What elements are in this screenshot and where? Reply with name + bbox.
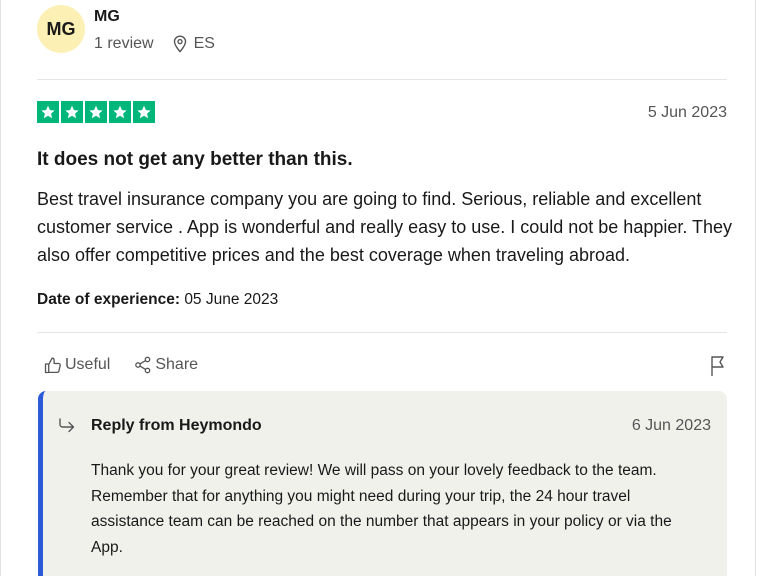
star-icon xyxy=(85,101,107,123)
avatar-initials: MG xyxy=(46,18,76,39)
reply-arrow-icon xyxy=(59,418,75,433)
divider xyxy=(37,79,727,80)
review-body: Best travel insurance company you are go… xyxy=(37,189,733,265)
divider xyxy=(37,332,727,333)
share-button[interactable]: Share xyxy=(134,356,198,374)
useful-button[interactable]: Useful xyxy=(44,356,110,374)
experience-label: Date of experience: xyxy=(37,291,180,308)
review-date: 5 Jun 2023 xyxy=(647,104,727,121)
star-icon xyxy=(61,101,83,123)
review-title: It does not get any better than this. xyxy=(37,149,353,170)
review-count: 1 review xyxy=(94,35,154,52)
review-actions: Useful Share xyxy=(44,356,222,374)
reply-from: Reply from Heymondo xyxy=(91,417,262,434)
location-pin-icon xyxy=(173,35,186,53)
review-page: MG MG 1 review ES 5 Jun 2023 It does not… xyxy=(0,0,768,576)
share-label: Share xyxy=(155,356,199,373)
reviewer-meta: 1 review ES xyxy=(94,35,215,53)
reply-date: 6 Jun 2023 xyxy=(631,417,711,434)
company-reply: Reply from Heymondo 6 Jun 2023 Thank you… xyxy=(38,391,727,576)
experience-date: 05 June 2023 xyxy=(184,291,279,308)
reviewer-name[interactable]: MG xyxy=(94,8,120,26)
star-icon xyxy=(109,101,131,123)
avatar[interactable]: MG xyxy=(37,5,85,53)
flag-icon[interactable] xyxy=(710,355,726,377)
star-rating xyxy=(37,101,155,123)
star-icon xyxy=(133,101,155,123)
reviewer-country: ES xyxy=(193,35,215,52)
useful-label: Useful xyxy=(65,356,111,373)
thumbs-up-icon xyxy=(44,357,61,374)
star-icon xyxy=(37,101,59,123)
reply-body: Thank you for your great review! We will… xyxy=(91,462,672,556)
date-of-experience: Date of experience: 05 June 2023 xyxy=(37,291,278,309)
share-icon xyxy=(135,356,151,374)
